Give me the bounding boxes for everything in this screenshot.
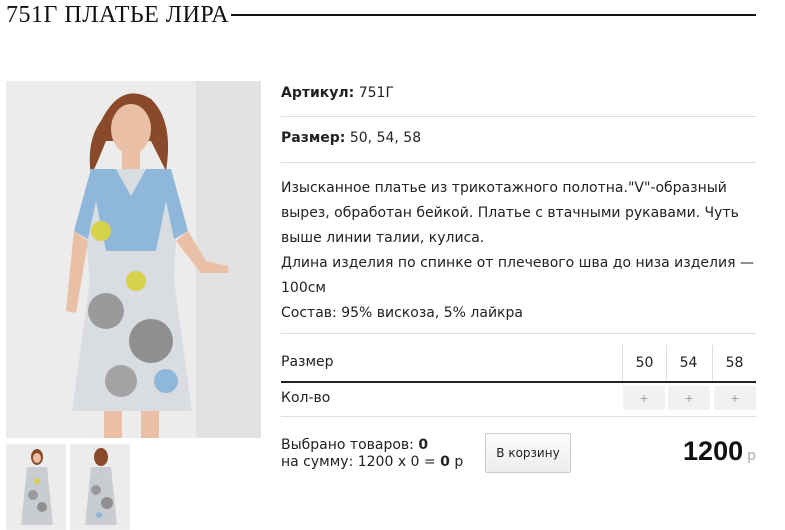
divider [281,333,756,334]
size-value: 50, 54, 58 [349,130,422,146]
article-row: Артикул: 751Г [281,85,756,101]
quantity-plus-58[interactable]: + [714,386,756,410]
table-header-divider [281,381,756,383]
order-summary: Выбрано товаров: 0 на сумму: 1200 х 0 = … [281,437,463,471]
sum-value: 0 [440,454,450,470]
product-main-image[interactable] [6,81,261,438]
product-thumbnail-back[interactable] [70,444,130,530]
selected-count: 0 [418,437,429,453]
size-column-54: 54 [666,345,710,381]
quantity-label: Кол-во [281,390,331,406]
size-table-header: Размер [281,354,334,370]
price-value: 1200 [683,436,744,466]
description-line: вырез, обработан бейкой. Платье с втачны… [281,205,739,221]
size-column-58: 58 [712,345,756,381]
page-header: 751Г ПЛАТЬЕ ЛИРА [6,0,756,30]
divider [281,162,756,163]
description-line: 100см [281,280,326,296]
article-value: 751Г [358,85,394,101]
description-line: Изысканное платье из трикотажного полотн… [281,180,727,196]
size-row: Размер: 50, 54, 58 [281,130,756,146]
selected-count-line: Выбрано товаров: 0 [281,437,463,454]
thumbnail-front-illustration [7,445,65,529]
product-thumbnail-front[interactable] [6,444,66,530]
description-line: Состав: 95% вискоза, 5% лайкра [281,305,523,321]
selected-label: Выбрано товаров: [281,437,414,453]
add-to-cart-button[interactable]: В корзину [485,433,571,473]
price-currency: р [747,448,756,464]
size-column-50: 50 [622,345,666,381]
divider [281,116,756,117]
title-divider [231,14,756,16]
sum-line: на сумму: 1200 х 0 = 0 р [281,454,463,471]
description-line: выше линии талии, кулиса. [281,230,485,246]
page-title: 751Г ПЛАТЬЕ ЛИРА [6,1,230,28]
price: 1200 р [640,436,756,467]
article-label: Артикул: [281,85,355,101]
table-bottom-divider [281,416,756,417]
product-description: Изысканное платье из трикотажного полотн… [281,176,761,326]
quantity-plus-54[interactable]: + [668,386,710,410]
sum-currency: р [454,454,464,470]
dress-photo-illustration [6,81,261,438]
quantity-plus-50[interactable]: + [623,386,665,410]
size-label: Размер: [281,130,346,146]
thumbnail-back-illustration [71,445,129,529]
sum-label: на сумму: 1200 х 0 = [281,454,436,470]
description-line: Длина изделия по спинке от плечевого шва… [281,255,754,271]
